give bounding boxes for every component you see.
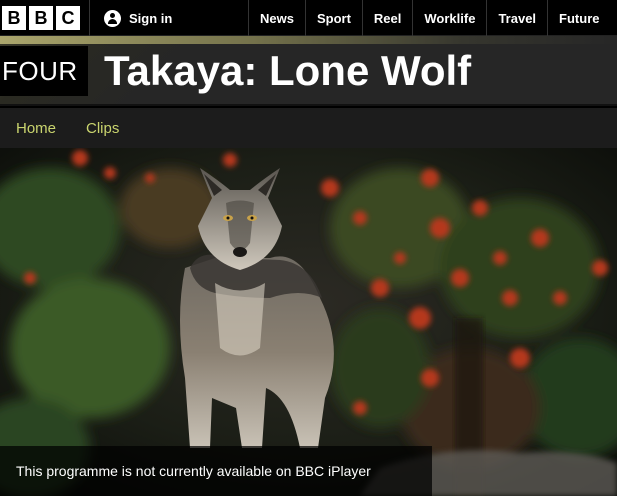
nav-link-future[interactable]: Future xyxy=(547,0,610,36)
wolf-photo xyxy=(0,148,617,496)
bbc-logo-letter: B xyxy=(2,6,26,30)
nav-link-news[interactable]: News xyxy=(248,0,305,36)
nav-divider xyxy=(89,0,90,36)
hero-image xyxy=(0,148,617,496)
availability-message: This programme is not currently availabl… xyxy=(0,446,432,496)
global-navigation-bar: B B C Sign in News Sport Reel Worklife T… xyxy=(0,0,617,36)
nav-link-sport[interactable]: Sport xyxy=(304,0,362,36)
page-title: Takaya: Lone Wolf xyxy=(104,47,472,94)
header-accent-stripe xyxy=(0,36,617,44)
sign-in-label: Sign in xyxy=(129,10,173,26)
sign-in-link[interactable]: Sign in xyxy=(104,0,172,36)
programme-subnav: Home Clips xyxy=(0,108,617,148)
bbc-logo-letter: C xyxy=(56,6,80,30)
global-nav-links: News Sport Reel Worklife Travel Future xyxy=(248,0,611,36)
subnav-link-clips[interactable]: Clips xyxy=(86,120,119,137)
nav-link-reel[interactable]: Reel xyxy=(361,0,412,36)
bbc-logo-letter: B xyxy=(29,6,53,30)
user-icon xyxy=(104,9,121,27)
nav-link-worklife[interactable]: Worklife xyxy=(412,0,486,36)
bbc-logo[interactable]: B B C xyxy=(2,6,80,30)
subnav-link-home[interactable]: Home xyxy=(16,120,56,137)
bbc-four-logo[interactable]: FOUR xyxy=(0,46,88,96)
nav-link-travel[interactable]: Travel xyxy=(486,0,547,36)
